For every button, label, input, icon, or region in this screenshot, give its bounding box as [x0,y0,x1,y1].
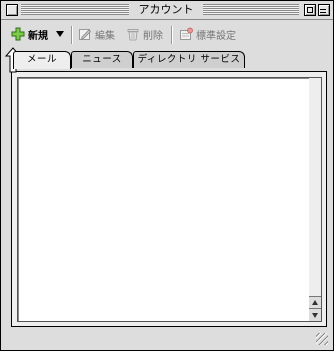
new-button[interactable]: 新規 [11,26,48,42]
triangle-down-icon [56,31,64,37]
title-stripes-left [21,4,129,15]
edit-button-label: 編集 [95,30,115,42]
account-list[interactable] [17,77,311,322]
trash-icon [126,27,140,41]
tab-news[interactable]: ニュース [71,51,133,68]
tab-mail[interactable]: メール [13,51,71,69]
delete-button[interactable]: 削除 [126,26,163,42]
tab-bar: メール ニュース ディレクトリ サービス [9,51,329,69]
edit-button[interactable]: 編集 [78,26,115,42]
arrow-up-icon [312,300,318,305]
delete-button-label: 削除 [143,30,163,42]
arrow-down-icon [312,313,318,318]
default-settings-button-label: 標準設定 [196,30,236,42]
toolbar-separator [171,26,172,44]
tab-content-pane [11,71,327,327]
toolbar-separator [71,26,72,44]
account-window: アカウント 新規 編集 削除 標準設定 メール ニュース ディレクトリ サービス [0,0,334,351]
title-stripes-right [203,4,299,15]
close-box[interactable] [6,4,18,16]
resize-grip[interactable] [316,333,328,345]
new-button-label: 新規 [28,30,48,42]
new-dropdown-button[interactable] [56,26,64,42]
default-settings-icon [179,27,193,41]
title-bar[interactable]: アカウント [1,1,333,20]
tab-directory-services[interactable]: ディレクトリ サービス [133,51,245,68]
zoom-box[interactable] [304,4,316,16]
default-settings-button[interactable]: 標準設定 [179,26,236,42]
collapse-box[interactable] [318,4,330,16]
vertical-scrollbar[interactable] [309,77,322,322]
edit-icon [78,27,92,41]
toolbar: 新規 編集 削除 標準設定 [1,20,333,48]
plus-icon [11,27,25,41]
scroll-down-button[interactable] [309,308,321,321]
window-title: アカウント [129,3,203,17]
